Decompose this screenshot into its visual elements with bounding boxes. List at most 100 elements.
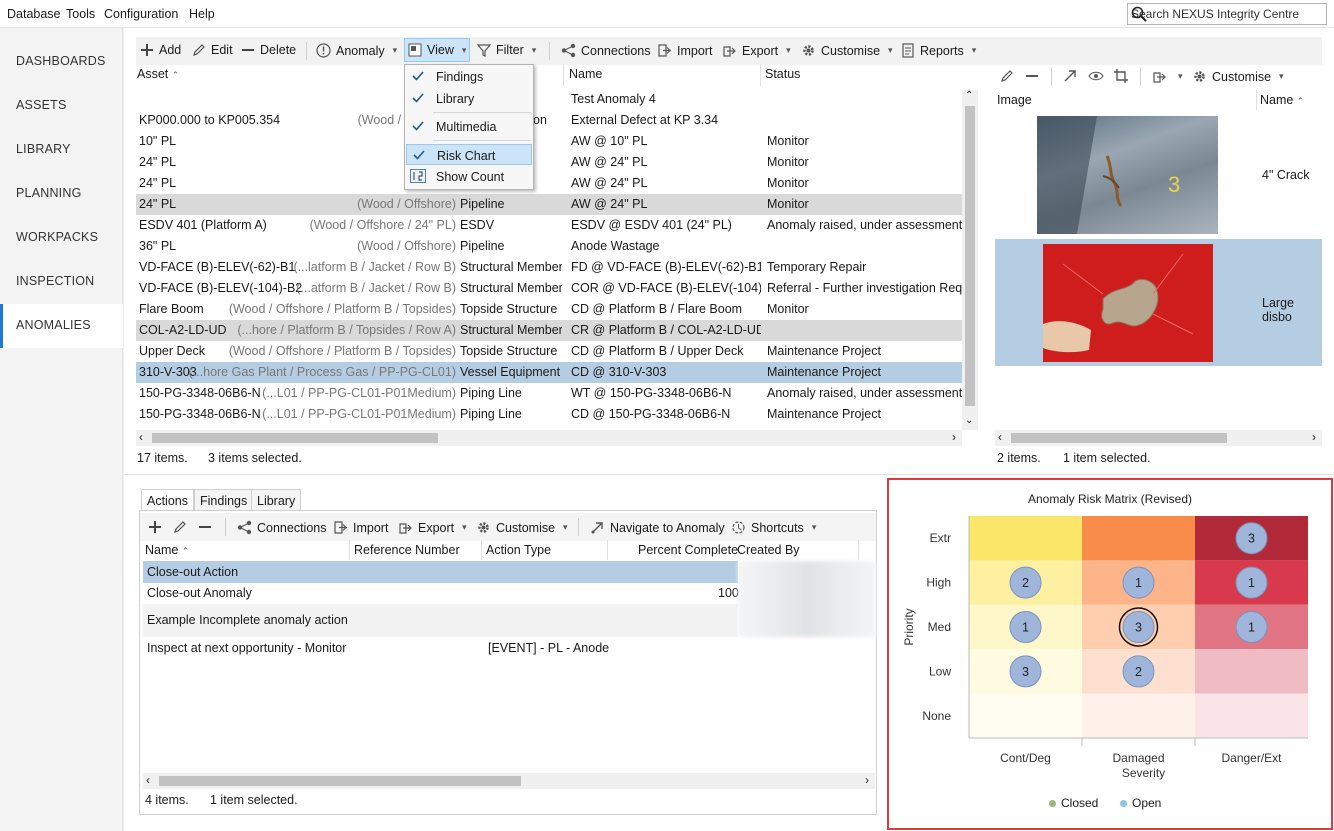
- scroll-thumb[interactable]: [965, 106, 975, 406]
- scroll-thumb[interactable]: [1011, 433, 1227, 443]
- media-row[interactable]: 3 4" Crack: [995, 112, 1322, 238]
- column-header-asset[interactable]: Asset ⌃: [137, 67, 179, 81]
- pencil-icon[interactable]: [173, 520, 187, 534]
- media-horizontal-scrollbar[interactable]: ‹ ›: [995, 430, 1322, 446]
- sidebar-item-planning[interactable]: PLANNING: [0, 172, 123, 216]
- filter-button[interactable]: Filter ▾: [477, 43, 536, 57]
- report-icon: [902, 43, 914, 58]
- status-cell: Referral - Further investigation Requi: [767, 281, 962, 295]
- chevron-down-icon[interactable]: ▾: [1178, 71, 1183, 82]
- table-row[interactable]: 24" PL (Wood / Offshore) Pipeline AW @ 24" …: [136, 194, 962, 215]
- sidebar-item-inspection[interactable]: INSPECTION: [0, 260, 123, 304]
- media-customise-button[interactable]: Customise ▾: [1192, 69, 1284, 84]
- sidebar-item-anomalies[interactable]: ANOMALIES: [0, 304, 123, 348]
- menu-configuration[interactable]: Configuration: [104, 7, 178, 21]
- scroll-left-icon[interactable]: ‹: [146, 773, 150, 787]
- scroll-up-icon[interactable]: ⌃: [965, 90, 973, 101]
- table-row[interactable]: COL-A2-LD-UD (...hore / Platform B / Tops…: [136, 320, 962, 341]
- menu-item-multimedia[interactable]: Multimedia: [406, 116, 532, 137]
- plus-icon[interactable]: [148, 520, 162, 534]
- table-row[interactable]: KP000.000 to KP005.354(Wood / Gas TranEx…: [136, 110, 962, 131]
- tab-library[interactable]: Library: [251, 489, 302, 511]
- actions-import-button[interactable]: Import: [333, 520, 388, 535]
- eye-icon[interactable]: [1088, 69, 1104, 83]
- actions-customise-button[interactable]: Customise ▾: [476, 520, 568, 535]
- export-icon[interactable]: [1152, 69, 1167, 84]
- action-row-selected[interactable]: Close-out Action: [143, 561, 738, 583]
- action-row[interactable]: Inspect at next opportunity - Monitor [EV…: [143, 637, 738, 658]
- column-header-status[interactable]: Status: [765, 67, 800, 81]
- view-button[interactable]: View ▾: [404, 38, 471, 62]
- table-row[interactable]: 10" PL(Wood /AW @ 10" PLMonitor: [136, 131, 962, 152]
- table-row[interactable]: 150-PG-3348-06B6-N (...L01 / PP-PG-CL01-P…: [136, 383, 962, 404]
- scroll-right-icon[interactable]: ›: [952, 430, 956, 444]
- tab-findings[interactable]: Findings: [194, 489, 254, 511]
- table-row[interactable]: 24" PL(Wood /AW @ 24" PLMonitor: [136, 152, 962, 173]
- add-button[interactable]: Add: [140, 43, 181, 57]
- minus-icon[interactable]: [1025, 69, 1039, 83]
- menu-item-findings[interactable]: Findings: [406, 66, 532, 87]
- actions-column-percent[interactable]: Percent Complete: [638, 543, 738, 557]
- menu-help[interactable]: Help: [189, 7, 215, 21]
- actions-column-created[interactable]: Created By: [737, 543, 800, 557]
- navigate-to-anomaly-button[interactable]: Navigate to Anomaly: [590, 520, 725, 535]
- table-row[interactable]: Flare Boom (Wood / Offshore / Platform B …: [136, 299, 962, 320]
- column-header-name[interactable]: Name: [569, 67, 602, 81]
- table-row[interactable]: Upper Deck (Wood / Offshore / Platform B …: [136, 341, 962, 362]
- actions-column-name[interactable]: Name ⌃: [145, 543, 189, 557]
- customise-button[interactable]: Customise ▾: [801, 43, 893, 58]
- table-row-selected[interactable]: 310-V-303 (...hore Gas Plant / Process Ga…: [136, 362, 962, 383]
- table-row[interactable]: ESDV 401 (Platform A) (Wood / Offshore / …: [136, 215, 962, 236]
- crop-icon[interactable]: [1114, 69, 1128, 83]
- sidebar-item-workpacks[interactable]: WORKPACKS: [0, 216, 123, 260]
- scroll-down-icon[interactable]: ⌄: [965, 415, 973, 426]
- edit-button[interactable]: Edit: [192, 43, 233, 57]
- menu-tools[interactable]: Tools: [66, 7, 95, 21]
- search-input[interactable]: Search NEXUS Integrity Centre: [1127, 3, 1327, 25]
- grid-vertical-scrollbar[interactable]: ⌃ ⌄: [962, 90, 978, 430]
- action-row[interactable]: Close-out Anomaly 100: [143, 583, 739, 604]
- scroll-thumb[interactable]: [152, 433, 438, 443]
- scroll-left-icon[interactable]: ‹: [998, 430, 1002, 444]
- sidebar-item-library[interactable]: LIBRARY: [0, 128, 123, 172]
- sidebar-item-assets[interactable]: ASSETS: [0, 84, 123, 128]
- shortcuts-button[interactable]: Shortcuts ▾: [731, 520, 816, 535]
- media-column-image[interactable]: Image: [997, 93, 1032, 107]
- table-row[interactable]: VD-FACE (B)-ELEV(-104)-B2 (...atform B / …: [136, 278, 962, 299]
- table-row[interactable]: Test Anomaly 4: [136, 89, 962, 110]
- pencil-icon[interactable]: [1000, 69, 1014, 83]
- reports-button[interactable]: Reports ▾: [901, 43, 976, 58]
- export-button[interactable]: Export ▾: [722, 43, 791, 58]
- actions-connections-button[interactable]: Connections: [237, 520, 327, 535]
- open-external-icon[interactable]: [1063, 69, 1077, 83]
- scroll-right-icon[interactable]: ›: [1312, 430, 1316, 444]
- table-row[interactable]: 24" PL(Wood /AW @ 24" PLMonitor: [136, 173, 962, 194]
- scroll-left-icon[interactable]: ‹: [139, 430, 143, 444]
- menu-item-show-count[interactable]: Show Count: [406, 166, 532, 187]
- media-column-name[interactable]: Name ⌃: [1260, 93, 1304, 107]
- scroll-thumb[interactable]: [159, 776, 521, 786]
- grid-horizontal-scrollbar[interactable]: ‹ ›: [136, 430, 962, 446]
- action-row[interactable]: Example Incomplete anomaly action: [143, 604, 738, 637]
- delete-button[interactable]: Delete: [241, 43, 296, 57]
- import-button[interactable]: Import: [657, 43, 712, 58]
- tab-actions[interactable]: Actions: [141, 489, 194, 511]
- magnifier-icon[interactable]: [1131, 6, 1323, 22]
- table-row[interactable]: 150-PG-3348-06B6-N (...L01 / PP-PG-CL01-P…: [136, 404, 962, 425]
- actions-horizontal-scrollbar[interactable]: ‹ ›: [143, 773, 875, 789]
- table-row[interactable]: 36" PL (Wood / Offshore) Pipeline Anode Was…: [136, 236, 962, 257]
- table-row[interactable]: VD-FACE (B)-ELEV(-62)-B1 (...latform B / …: [136, 257, 962, 278]
- actions-column-type[interactable]: Action Type: [486, 543, 551, 557]
- menu-database[interactable]: Database: [7, 7, 61, 21]
- connections-button[interactable]: Connections: [561, 43, 651, 58]
- minus-icon[interactable]: [198, 520, 212, 534]
- media-row-selected[interactable]: Large disbo: [995, 239, 1322, 366]
- anomaly-button[interactable]: Anomaly ▾: [316, 43, 397, 58]
- matrix-cell: [1195, 693, 1308, 738]
- sidebar-item-dashboards[interactable]: DASHBOARDS: [0, 40, 123, 84]
- scroll-right-icon[interactable]: ›: [865, 773, 869, 787]
- menu-item-library[interactable]: Library: [406, 88, 532, 109]
- actions-export-button[interactable]: Export ▾: [398, 520, 467, 535]
- actions-column-reference[interactable]: Reference Number: [354, 543, 460, 557]
- menu-item-risk-chart[interactable]: Risk Chart: [406, 144, 532, 165]
